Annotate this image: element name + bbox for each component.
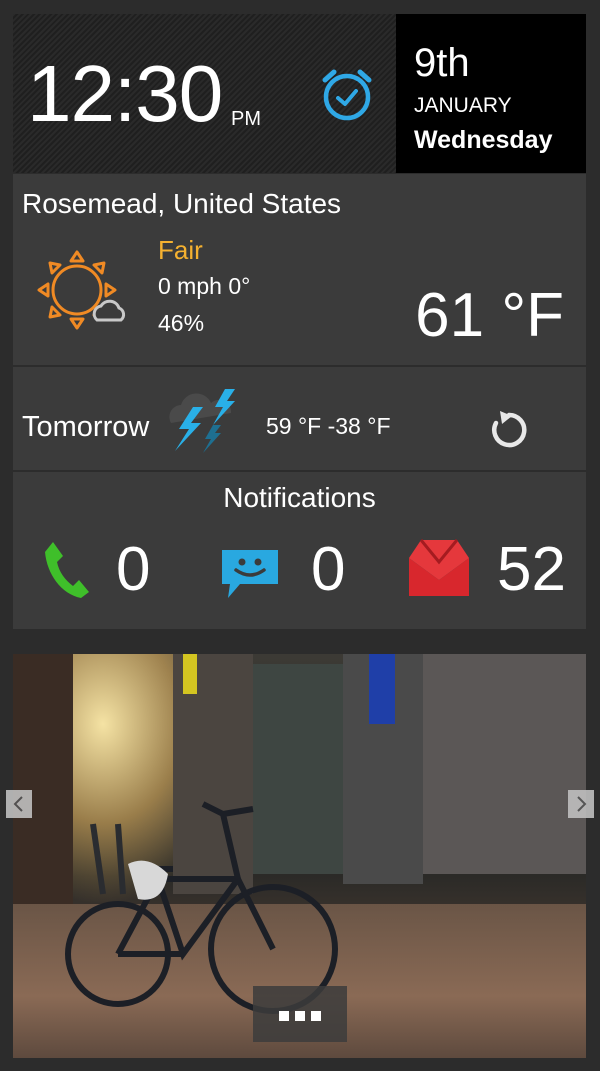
alarm-clock-icon[interactable] — [319, 66, 375, 122]
forecast-range: 59 °F -38 °F — [266, 413, 391, 439]
thunderstorm-icon — [169, 389, 235, 453]
date-weekday: Wednesday — [414, 126, 553, 154]
mail-icon[interactable] — [407, 536, 471, 598]
date-month: JANUARY — [414, 94, 512, 117]
missed-calls-count: 0 — [116, 535, 151, 604]
date-widget[interactable]: 9th JANUARY Wednesday — [396, 14, 586, 173]
photo-sign — [183, 654, 197, 694]
forecast-label: Tomorrow — [22, 411, 150, 443]
more-dots-icon — [311, 1011, 321, 1021]
more-dots-icon — [295, 1011, 305, 1021]
weather-widget[interactable]: Rosemead, United States Fair 0 mph 0° 46… — [13, 174, 586, 365]
sun-cloud-icon — [37, 250, 126, 330]
home-screen: 12:30 PM 9th JANUARY Wednesday Rosemead,… — [0, 0, 600, 1071]
forecast-widget[interactable]: Tomorrow 59 °F -38 °F — [13, 367, 586, 470]
gallery-prev-button[interactable] — [6, 790, 32, 818]
weather-wind: 0 mph 0° — [158, 273, 251, 299]
chevron-left-icon — [13, 796, 23, 812]
clock-time: 12:30 — [27, 49, 223, 138]
phone-icon[interactable] — [43, 538, 91, 600]
messages-count: 0 — [311, 535, 346, 604]
gallery-next-button[interactable] — [568, 790, 594, 818]
weather-humidity: 46% — [158, 310, 205, 336]
date-day: 9th — [414, 41, 470, 85]
more-dots-icon — [279, 1011, 289, 1021]
weather-location: Rosemead, United States — [22, 188, 342, 219]
refresh-icon[interactable] — [488, 409, 530, 451]
photo-sign — [369, 654, 395, 724]
more-options-button[interactable] — [253, 986, 347, 1042]
chevron-right-icon — [577, 796, 587, 812]
clock-ampm: PM — [231, 108, 261, 130]
notifications-widget[interactable]: Notifications 0 0 52 — [13, 472, 586, 629]
mail-count: 52 — [497, 535, 566, 604]
weather-condition: Fair — [158, 235, 203, 265]
clock-widget[interactable]: 12:30 PM — [13, 14, 396, 173]
notifications-title: Notifications — [223, 482, 376, 513]
message-icon[interactable] — [218, 546, 282, 600]
weather-temperature: 61 °F — [415, 281, 564, 350]
photo-building-right — [423, 654, 586, 874]
